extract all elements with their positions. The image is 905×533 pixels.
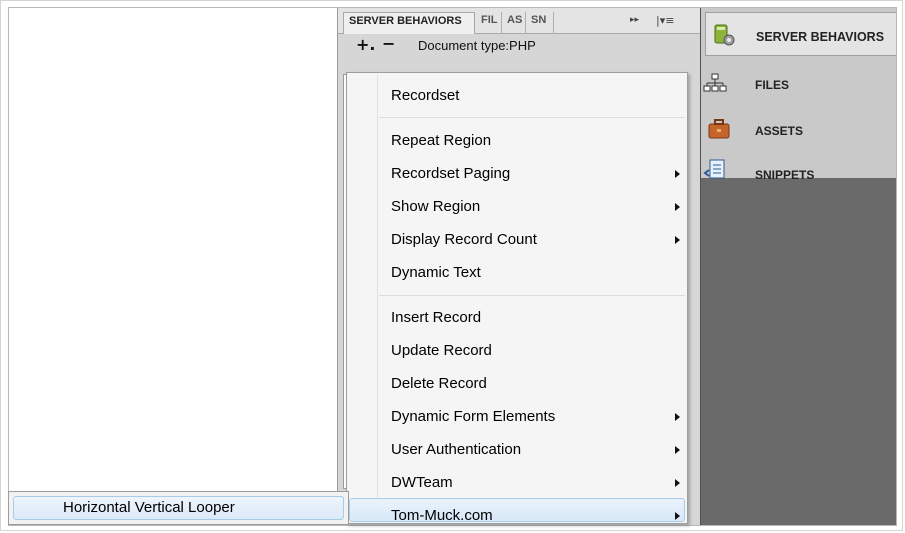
submenu-item-label: Horizontal Vertical Looper — [63, 499, 235, 516]
tab-overflow-icon[interactable]: ▸▸ — [630, 15, 639, 25]
document-type-label: Document type:PHP — [418, 38, 536, 53]
submenu-arrow-icon — [675, 203, 680, 211]
files-icon — [703, 73, 727, 92]
panel-tab-bar: SERVER BEHAVIORS FIL AS SN ▸▸ |▾≡ — [338, 8, 700, 34]
panel-label-files: FILES — [755, 78, 790, 92]
menu-item-dwteam[interactable]: DWTeam — [391, 474, 453, 491]
menu-item-delete-record[interactable]: Delete Record — [391, 375, 487, 392]
menu-item-repeat-region[interactable]: Repeat Region — [391, 132, 491, 149]
panel-button-server-behaviors[interactable]: SERVER BEHAVIORS — [705, 12, 896, 56]
menu-item-recordset[interactable]: Recordset — [391, 87, 459, 104]
submenu-arrow-icon — [675, 479, 680, 487]
menu-item-dynamic-text[interactable]: Dynamic Text — [391, 264, 481, 281]
menu-separator — [379, 295, 685, 296]
add-behavior-button[interactable]: +. — [356, 37, 375, 53]
panel-label-snippets: SNIPPETS — [755, 168, 815, 182]
panel-button-files[interactable]: FILES — [703, 66, 896, 102]
assets-icon — [708, 119, 730, 139]
menu-item-show-region[interactable]: Show Region — [391, 198, 480, 215]
server-behaviors-icon — [714, 24, 735, 46]
server-behaviors-context-menu: Recordset Repeat Region Recordset Paging… — [346, 72, 688, 524]
tab-assets[interactable]: AS — [502, 12, 526, 34]
menu-item-recordset-paging[interactable]: Recordset Paging — [391, 165, 510, 182]
tab-snippets[interactable]: SN — [526, 12, 554, 34]
menu-item-display-record-count[interactable]: Display Record Count — [391, 231, 537, 248]
menu-item-update-record[interactable]: Update Record — [391, 342, 492, 359]
menu-item-dynamic-form-elements[interactable]: Dynamic Form Elements — [391, 408, 555, 425]
remove-behavior-button[interactable]: − — [382, 36, 395, 52]
panel-button-assets[interactable]: ASSETS — [705, 112, 896, 148]
submenu-arrow-icon — [675, 512, 680, 520]
panel-menu-icon[interactable]: |▾≡ — [656, 14, 674, 27]
tab-server-behaviors[interactable]: SERVER BEHAVIORS — [343, 12, 475, 34]
panel-label-assets: ASSETS — [755, 124, 804, 138]
panel-label-server-behaviors: SERVER BEHAVIORS — [756, 30, 885, 44]
menu-item-insert-record[interactable]: Insert Record — [391, 309, 481, 326]
menu-item-user-authentication[interactable]: User Authentication — [391, 441, 521, 458]
collapsed-panel-group: SERVER BEHAVIORS FILES ASSETS SNIPPETS — [700, 8, 896, 525]
menu-item-tom-muck[interactable]: Tom-Muck.com — [391, 507, 493, 524]
submenu-arrow-icon — [675, 236, 680, 244]
tab-files[interactable]: FIL — [476, 12, 502, 34]
menu-separator — [379, 117, 685, 118]
snippets-icon — [703, 159, 725, 179]
menu-gutter — [377, 75, 378, 521]
submenu-arrow-icon — [675, 446, 680, 454]
submenu-arrow-icon — [675, 170, 680, 178]
tom-muck-submenu: Horizontal Vertical Looper — [8, 491, 349, 525]
submenu-arrow-icon — [675, 413, 680, 421]
panel-button-snippets[interactable]: SNIPPETS — [703, 156, 896, 192]
